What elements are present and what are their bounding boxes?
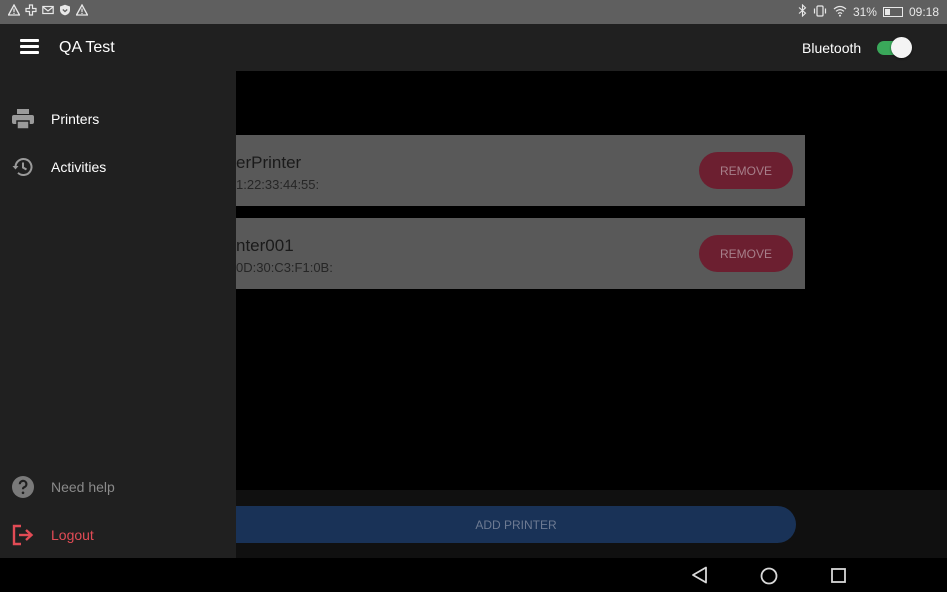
menu-icon[interactable]	[20, 39, 39, 55]
remove-button[interactable]: REMOVE	[699, 152, 793, 189]
app-title: QA Test	[59, 39, 115, 56]
warning-icon	[75, 3, 89, 16]
logout-icon	[11, 523, 35, 547]
vibrate-icon	[813, 4, 827, 20]
printer-card: nter001 0D:30:C3:F1:0B: REMOVE	[236, 218, 805, 289]
drawer-item-label: Activities	[51, 159, 107, 175]
battery-level	[884, 9, 890, 15]
system-nav-bar	[0, 558, 947, 592]
toggle-knob	[891, 37, 912, 58]
app-bar: QA Test Bluetooth	[0, 24, 947, 71]
gamepad-icon	[25, 4, 37, 16]
drawer-item-logout[interactable]: Logout	[0, 514, 236, 556]
printer-name: nter001	[236, 236, 294, 255]
printer-icon	[11, 107, 35, 131]
warning-icon	[7, 3, 21, 16]
wifi-icon	[833, 5, 847, 20]
printer-address: 1:22:33:44:55:	[236, 177, 320, 192]
drawer-item-label: Logout	[51, 527, 94, 543]
help-circle-icon	[11, 475, 35, 499]
add-printer-button[interactable]: ADD PRINTER	[236, 506, 796, 543]
drawer-item-help[interactable]: Need help	[0, 466, 236, 508]
mail-icon	[42, 4, 54, 16]
drawer-item-activities[interactable]: Activities	[0, 146, 236, 188]
drawer-item-label: Need help	[51, 479, 115, 495]
history-icon	[11, 155, 35, 179]
printer-card: erPrinter 1:22:33:44:55: REMOVE	[236, 135, 805, 206]
home-icon[interactable]	[760, 567, 778, 585]
printer-address: 0D:30:C3:F1:0B:	[236, 260, 333, 275]
notification-icons	[7, 3, 89, 16]
bluetooth-toggle[interactable]	[877, 37, 912, 58]
clock: 09:18	[908, 5, 939, 19]
recent-apps-icon[interactable]	[831, 568, 846, 583]
battery-percent: 31%	[852, 5, 877, 19]
drawer-item-label: Printers	[51, 111, 100, 127]
status-bar: 31% 09:18	[0, 0, 947, 24]
shield-icon	[59, 4, 71, 16]
bluetooth-label: Bluetooth	[802, 40, 862, 56]
bluetooth-icon	[798, 3, 807, 20]
battery-icon	[882, 7, 903, 17]
remove-button[interactable]: REMOVE	[699, 235, 793, 272]
navigation-drawer: Printers Activities Need help Logout	[0, 71, 236, 558]
printer-name: erPrinter	[236, 153, 302, 172]
drawer-item-printers[interactable]: Printers	[0, 98, 236, 140]
back-icon[interactable]	[690, 566, 710, 584]
system-status: 31% 09:18	[798, 3, 939, 20]
